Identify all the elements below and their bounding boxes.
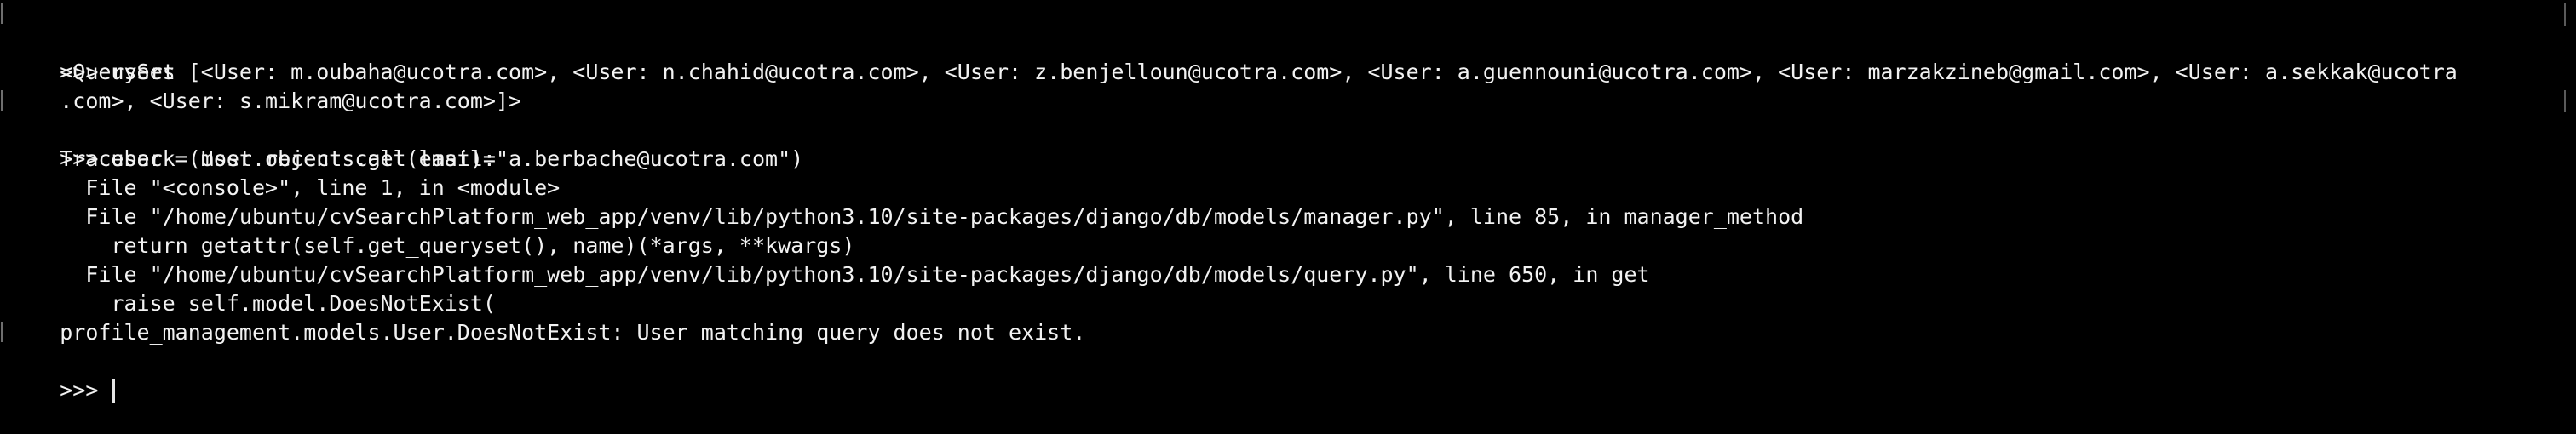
prompt-text: >>> xyxy=(60,378,112,403)
terminal-window[interactable]: >>> users <QuerySet [<User: m.oubaha@uco… xyxy=(0,0,2576,403)
terminal-line-traceback-header: Traceback (most recent call last): xyxy=(60,146,496,171)
terminal-line-traceback-return: return getattr(self.get_queryset(), name… xyxy=(60,233,855,258)
right-edge-marker xyxy=(2564,90,2566,112)
command-mark-icon xyxy=(1,3,3,24)
terminal-line-traceback-console: File "<console>", line 1, in <module> xyxy=(60,175,561,200)
terminal-line-traceback-query: File "/home/ubuntu/cvSearchPlatform_web_… xyxy=(60,262,1650,287)
terminal-line-queryset-output-continued: .com>, <User: s.mikram@ucotra.com>]> xyxy=(60,89,522,113)
terminal-line-prompt[interactable]: >>> xyxy=(1,318,2567,403)
terminal-line-queryset-output: <QuerySet [<User: m.oubaha@ucotra.com>, … xyxy=(60,60,2458,84)
terminal-line-command-users: >>> users xyxy=(1,0,2567,84)
command-mark-icon xyxy=(1,90,3,111)
terminal-line-error-message: profile_management.models.User.DoesNotEx… xyxy=(60,320,1086,345)
text-cursor xyxy=(112,379,116,403)
terminal-line-traceback-manager: File "/home/ubuntu/cvSearchPlatform_web_… xyxy=(60,204,1804,229)
command-mark-icon xyxy=(1,322,3,342)
terminal-line-command-get-user: >>> user = User.objects.get(email="a.ber… xyxy=(1,87,2567,171)
terminal-line-traceback-raise: raise self.model.DoesNotExist( xyxy=(60,291,496,316)
right-edge-marker xyxy=(2564,3,2566,26)
